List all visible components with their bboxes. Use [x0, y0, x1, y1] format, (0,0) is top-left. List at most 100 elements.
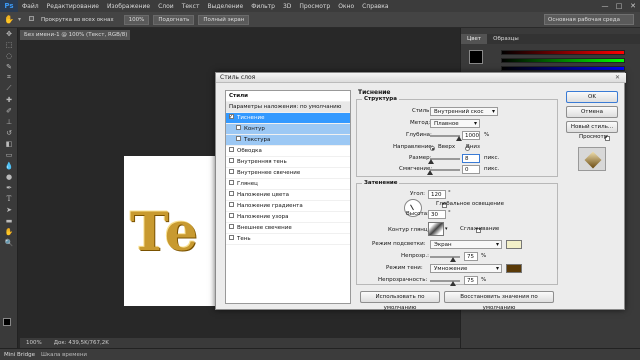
menu-item-1[interactable]: Редактирование: [43, 3, 103, 10]
brush-tool-icon[interactable]: ✐: [0, 105, 18, 116]
blue-slider[interactable]: [501, 66, 625, 71]
depth-slider-thumb[interactable]: [455, 136, 462, 141]
marquee-tool-icon[interactable]: ⬚: [0, 39, 18, 50]
size-slider-thumb[interactable]: [428, 159, 435, 164]
style-item-9[interactable]: Наложение градиента: [226, 201, 350, 212]
size-slider-track[interactable]: [430, 158, 460, 160]
mini-bridge-tab[interactable]: Mini Bridge: [4, 352, 35, 358]
angle-input[interactable]: 120: [428, 190, 446, 199]
style-item-7[interactable]: Глянец: [226, 179, 350, 190]
reset-default-button[interactable]: Восстановить значения по умолчанию: [444, 291, 554, 311]
menu-item-5[interactable]: Выделение: [203, 3, 247, 10]
full-screen-button[interactable]: Полный экран: [198, 14, 250, 25]
style-item-checkbox[interactable]: [229, 235, 234, 240]
style-item-10[interactable]: Наложение узора: [226, 212, 350, 223]
direction-up-radio[interactable]: [430, 146, 435, 151]
tool-preset-arrow-icon[interactable]: ▾: [18, 16, 21, 23]
menu-item-6[interactable]: Фильтр: [247, 3, 279, 10]
shadow-mode-select[interactable]: Умножение: [430, 264, 502, 273]
dialog-close-icon[interactable]: ✕: [613, 74, 622, 82]
type-tool-icon[interactable]: T: [0, 193, 18, 204]
menu-item-9[interactable]: Окно: [334, 3, 358, 10]
menu-item-4[interactable]: Текст: [178, 3, 204, 10]
styles-list-header[interactable]: Стили: [226, 91, 350, 102]
clone-stamp-tool-icon[interactable]: ⊥: [0, 116, 18, 127]
altitude-input[interactable]: 30: [428, 210, 446, 219]
new-style-button[interactable]: Новый стиль...: [566, 121, 618, 133]
quick-select-tool-icon[interactable]: ✎: [0, 61, 18, 72]
shadow-opacity-thumb[interactable]: [449, 281, 456, 286]
panel-foreground-swatch[interactable]: [469, 50, 483, 64]
style-item-8[interactable]: Наложение цвета: [226, 190, 350, 201]
dodge-tool-icon[interactable]: ●: [0, 171, 18, 182]
style-item-checkbox[interactable]: [229, 147, 234, 152]
gradient-tool-icon[interactable]: ▭: [0, 149, 18, 160]
style-item-11[interactable]: Внешнее свечение: [226, 223, 350, 234]
highlight-mode-select[interactable]: Экран: [430, 240, 502, 249]
bevel-style-select[interactable]: Внутренний скос: [430, 107, 498, 116]
style-item-checkbox[interactable]: [229, 202, 234, 207]
pen-tool-icon[interactable]: ✒: [0, 182, 18, 193]
menu-item-7[interactable]: 3D: [279, 3, 295, 10]
make-default-button[interactable]: Использовать по умолчанию: [360, 291, 440, 311]
foreground-color-swatch[interactable]: [3, 318, 11, 326]
tab-swatches[interactable]: Образцы: [487, 34, 525, 44]
maximize-button[interactable]: □: [612, 0, 626, 12]
eraser-tool-icon[interactable]: ◧: [0, 138, 18, 149]
minimize-button[interactable]: —: [598, 0, 612, 12]
style-item-6[interactable]: Внутреннее свечение: [226, 168, 350, 179]
style-item-5[interactable]: Внутренняя тень: [226, 157, 350, 168]
healing-brush-tool-icon[interactable]: ✚: [0, 94, 18, 105]
blur-tool-icon[interactable]: 💧: [0, 160, 18, 171]
menu-item-10[interactable]: Справка: [358, 3, 392, 10]
menu-item-8[interactable]: Просмотр: [295, 3, 334, 10]
lasso-tool-icon[interactable]: ◌: [0, 50, 18, 61]
highlight-opacity-input[interactable]: 75: [464, 252, 478, 261]
shadow-opacity-track[interactable]: [430, 280, 460, 282]
timeline-tab[interactable]: Шкала времени: [41, 352, 87, 358]
gloss-contour-preview[interactable]: [428, 222, 444, 236]
style-item-0[interactable]: Параметры наложения: по умолчанию: [226, 102, 350, 113]
shadow-opacity-input[interactable]: 75: [464, 276, 478, 285]
style-item-checkbox[interactable]: [236, 136, 241, 141]
style-item-1[interactable]: Тиснение: [226, 112, 350, 124]
style-item-2[interactable]: Контур: [226, 124, 350, 135]
soften-input[interactable]: 0: [462, 165, 480, 174]
zoom-tool-icon[interactable]: 🔍: [0, 237, 18, 248]
hand-tool-icon[interactable]: ✋: [0, 226, 18, 237]
shadow-color-swatch[interactable]: [506, 264, 522, 273]
gloss-contour-dropdown-icon[interactable]: ▾: [445, 226, 448, 232]
style-item-3[interactable]: Текстура: [226, 135, 350, 146]
style-item-checkbox[interactable]: [229, 169, 234, 174]
scroll-all-checkbox[interactable]: [28, 16, 34, 21]
close-window-button[interactable]: ✕: [626, 0, 640, 12]
fit-screen-button[interactable]: Подогнать: [153, 14, 195, 25]
red-slider[interactable]: [501, 50, 625, 55]
tab-color[interactable]: Цвет: [461, 34, 488, 44]
history-brush-tool-icon[interactable]: ↺: [0, 127, 18, 138]
style-item-checkbox[interactable]: [236, 125, 241, 130]
zoom-100-button[interactable]: 100%: [123, 14, 150, 25]
crop-tool-icon[interactable]: ⌗: [0, 72, 18, 83]
highlight-opacity-thumb[interactable]: [449, 257, 456, 262]
style-item-checkbox[interactable]: [229, 158, 234, 163]
hand-tool-icon[interactable]: ✋: [4, 15, 14, 24]
style-item-12[interactable]: Тень: [226, 234, 350, 245]
path-select-tool-icon[interactable]: ➤: [0, 204, 18, 215]
eyedropper-tool-icon[interactable]: ⟋: [0, 83, 18, 94]
style-item-checkbox[interactable]: [229, 191, 234, 196]
depth-input[interactable]: 1000: [462, 131, 480, 140]
style-item-checkbox[interactable]: [229, 180, 234, 185]
workspace-select[interactable]: Основная рабочая среда: [544, 14, 634, 25]
highlight-color-swatch[interactable]: [506, 240, 522, 249]
menu-item-0[interactable]: Файл: [18, 3, 43, 10]
style-item-checkbox[interactable]: [229, 112, 234, 123]
shape-tool-icon[interactable]: ▬: [0, 215, 18, 226]
document-tab[interactable]: Без имени-1 @ 100% (Текст, RGB/8) *: [20, 30, 130, 48]
menu-item-3[interactable]: Слои: [154, 3, 178, 10]
cancel-button[interactable]: Отмена: [566, 106, 618, 118]
soften-slider-track[interactable]: [430, 169, 460, 171]
ok-button[interactable]: OK: [566, 91, 618, 103]
move-tool-icon[interactable]: ✥: [0, 28, 18, 39]
highlight-opacity-track[interactable]: [430, 256, 460, 258]
